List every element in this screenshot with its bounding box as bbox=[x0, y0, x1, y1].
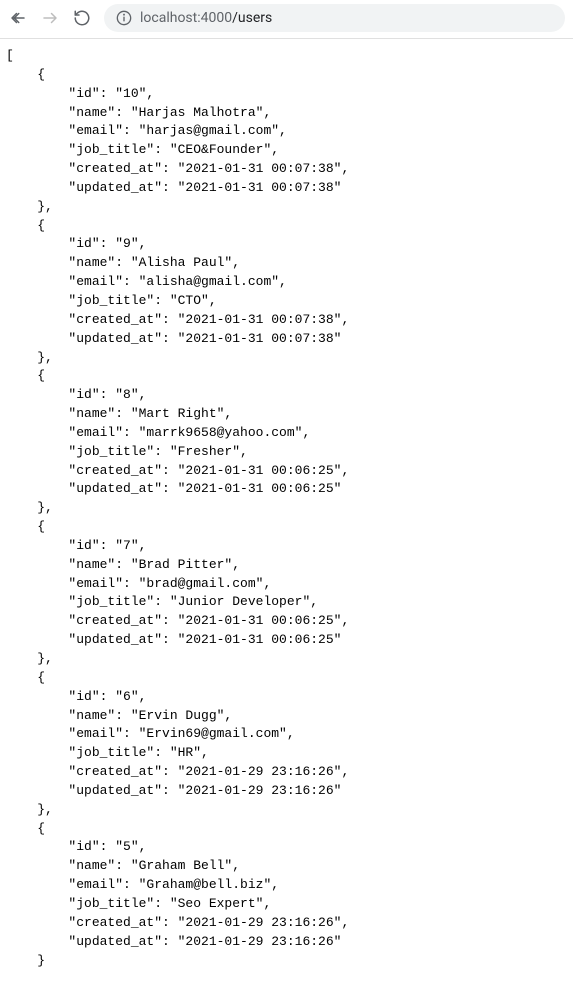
browser-toolbar: localhost:4000/users bbox=[0, 0, 573, 36]
url-display: localhost:4000/users bbox=[140, 10, 272, 26]
url-path: /users bbox=[232, 10, 272, 26]
back-button[interactable] bbox=[8, 8, 28, 28]
site-info-icon[interactable] bbox=[116, 10, 132, 26]
address-bar[interactable]: localhost:4000/users bbox=[104, 4, 565, 32]
forward-button[interactable] bbox=[40, 8, 60, 28]
reload-button[interactable] bbox=[72, 8, 92, 28]
url-host: localhost:4000 bbox=[140, 10, 232, 26]
json-response-body: [ { "id": "10", "name": "Harjas Malhotra… bbox=[0, 39, 573, 978]
